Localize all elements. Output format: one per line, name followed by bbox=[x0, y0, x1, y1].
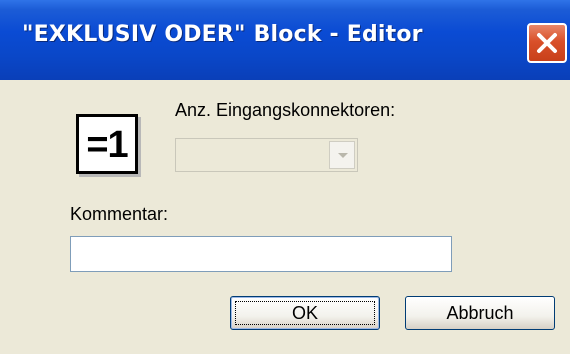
gate-symbol: =1 bbox=[86, 124, 128, 166]
cancel-button-label: Abbruch bbox=[446, 303, 514, 323]
ok-button[interactable]: OK bbox=[230, 296, 380, 330]
dialog-window: "EXKLUSIV ODER" Block - Editor =1 Anz. E… bbox=[0, 0, 570, 354]
cancel-button[interactable]: Abbruch bbox=[405, 296, 555, 330]
inputs-count-label: Anz. Eingangskonnektoren: bbox=[175, 100, 396, 120]
comment-input[interactable] bbox=[70, 236, 452, 272]
window-title: "EXKLUSIV ODER" Block - Editor bbox=[22, 22, 423, 47]
inputs-count-select[interactable] bbox=[175, 138, 358, 172]
close-button[interactable] bbox=[527, 23, 567, 63]
comment-label: Kommentar: bbox=[70, 204, 169, 224]
xor-gate-icon: =1 bbox=[76, 114, 138, 174]
close-icon bbox=[537, 33, 557, 53]
title-bar[interactable]: "EXKLUSIV ODER" Block - Editor bbox=[0, 0, 570, 80]
ok-button-label: OK bbox=[291, 303, 318, 323]
combo-dropdown-button[interactable] bbox=[329, 141, 355, 169]
chevron-down-icon bbox=[338, 153, 348, 158]
